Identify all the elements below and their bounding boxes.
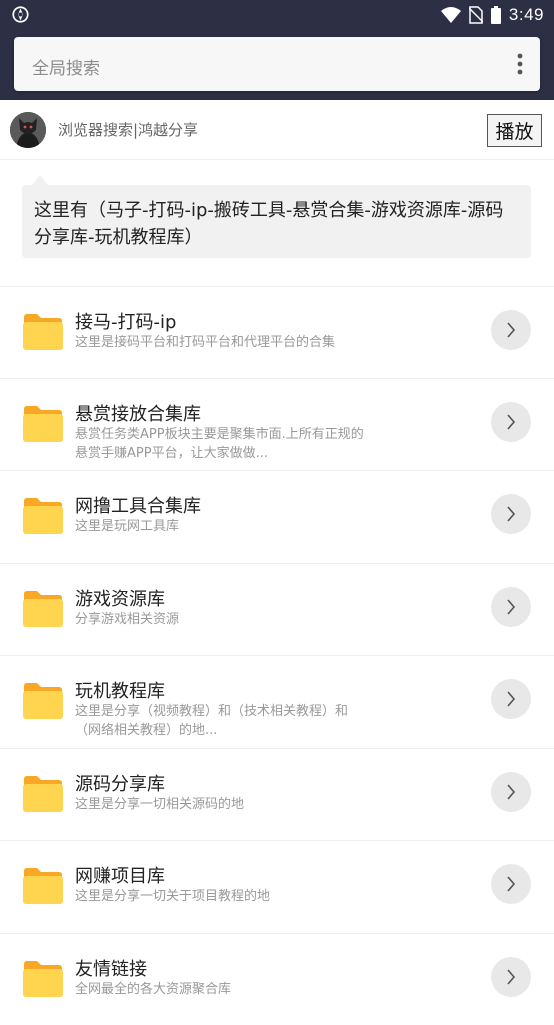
chevron-right-icon bbox=[507, 876, 516, 892]
status-time: 3:49 bbox=[508, 5, 544, 24]
item-description: 悬赏任务类APP板块主要是聚集市面.上所有正规的悬赏手赚APP平台，让大家做做.… bbox=[75, 427, 364, 461]
chevron-right-icon bbox=[507, 691, 516, 707]
list-item-youxi[interactable]: 游戏资源库 分享游戏相关资源 bbox=[0, 563, 554, 655]
bubble-arrow bbox=[32, 175, 48, 185]
item-description: 这里是分享一切相关源码的地 bbox=[75, 797, 245, 812]
search-placeholder: 全局搜索 bbox=[32, 59, 100, 79]
folder-icon bbox=[23, 591, 63, 627]
global-search-input[interactable]: 全局搜索 bbox=[14, 37, 540, 91]
list-item-wanji[interactable]: 玩机教程库 这里是分享（视频教程）和（技术相关教程）和（网络相关教程）的地... bbox=[0, 655, 554, 747]
open-button[interactable] bbox=[491, 679, 531, 719]
intro-message: 这里有（马子-打码-ip-搬砖工具-悬赏合集-游戏资源库-源码分享库-玩机教程库… bbox=[22, 185, 531, 258]
wifi-icon bbox=[440, 7, 461, 23]
chevron-right-icon bbox=[507, 784, 516, 800]
folder-icon bbox=[23, 406, 63, 442]
list-item-wangzhuan[interactable]: 网赚项目库 这里是分享一切关于项目教程的地 bbox=[0, 840, 554, 932]
more-vert-icon[interactable] bbox=[516, 53, 524, 75]
folder-icon bbox=[23, 961, 63, 997]
list-item-wanglu[interactable]: 网撸工具合集库 这里是玩网工具库 bbox=[0, 470, 554, 562]
item-title: 玩机教程库 bbox=[75, 681, 165, 702]
play-button[interactable]: 播放 bbox=[487, 114, 542, 147]
folder-icon bbox=[23, 498, 63, 534]
item-title: 游戏资源库 bbox=[75, 589, 165, 610]
channel-title: 浏览器搜索|鸿越分享 bbox=[58, 121, 199, 139]
open-button[interactable] bbox=[491, 957, 531, 997]
open-button[interactable] bbox=[491, 494, 531, 534]
item-description: 分享游戏相关资源 bbox=[75, 612, 180, 627]
item-description: 这里是接码平台和打码平台和代理平台的合集 bbox=[75, 335, 336, 350]
chevron-right-icon bbox=[507, 506, 516, 522]
battery-icon bbox=[490, 6, 501, 24]
open-button[interactable] bbox=[491, 864, 531, 904]
list-item-xuanshang[interactable]: 悬赏接放合集库 悬赏任务类APP板块主要是聚集市面.上所有正规的悬赏手赚APP平… bbox=[0, 378, 554, 470]
avatar[interactable] bbox=[10, 112, 46, 148]
list-item-youqing[interactable]: 友情链接 全网最全的各大资源聚合库 bbox=[0, 933, 554, 1025]
item-title: 网赚项目库 bbox=[75, 866, 165, 887]
folder-icon bbox=[23, 683, 63, 719]
item-title: 接马-打码-ip bbox=[75, 312, 177, 333]
chevron-right-icon bbox=[507, 414, 516, 430]
no-sim-icon bbox=[468, 6, 483, 24]
item-description: 这里是分享（视频教程）和（技术相关教程）和（网络相关教程）的地... bbox=[75, 704, 349, 738]
folder-icon bbox=[23, 868, 63, 904]
chevron-right-icon bbox=[507, 599, 516, 615]
status-icons: 3:49 bbox=[440, 3, 544, 27]
folder-icon bbox=[23, 776, 63, 812]
open-button[interactable] bbox=[491, 772, 531, 812]
item-description: 这里是分享一切关于项目教程的地 bbox=[75, 889, 271, 904]
folder-icon bbox=[23, 314, 63, 350]
avatar-image bbox=[10, 112, 46, 148]
list-item-jiema[interactable]: 接马-打码-ip 这里是接码平台和打码平台和代理平台的合集 bbox=[0, 286, 554, 378]
item-title: 网撸工具合集库 bbox=[75, 496, 201, 517]
top-app-bar: 全局搜索 bbox=[0, 30, 554, 100]
chevron-right-icon bbox=[507, 969, 516, 985]
item-title: 悬赏接放合集库 bbox=[75, 404, 201, 425]
channel-header: 浏览器搜索|鸿越分享 播放 bbox=[0, 100, 554, 160]
chevron-right-icon bbox=[507, 322, 516, 338]
item-title: 源码分享库 bbox=[75, 774, 165, 795]
item-description: 这里是玩网工具库 bbox=[75, 519, 180, 534]
list-item-yuanma[interactable]: 源码分享库 这里是分享一切相关源码的地 bbox=[0, 748, 554, 840]
item-description: 全网最全的各大资源聚合库 bbox=[75, 982, 232, 997]
status-bar: 3:49 bbox=[0, 0, 554, 30]
open-button[interactable] bbox=[491, 587, 531, 627]
app-notification-icon bbox=[12, 6, 29, 23]
open-button[interactable] bbox=[491, 402, 531, 442]
item-title: 友情链接 bbox=[75, 959, 147, 980]
open-button[interactable] bbox=[491, 310, 531, 350]
